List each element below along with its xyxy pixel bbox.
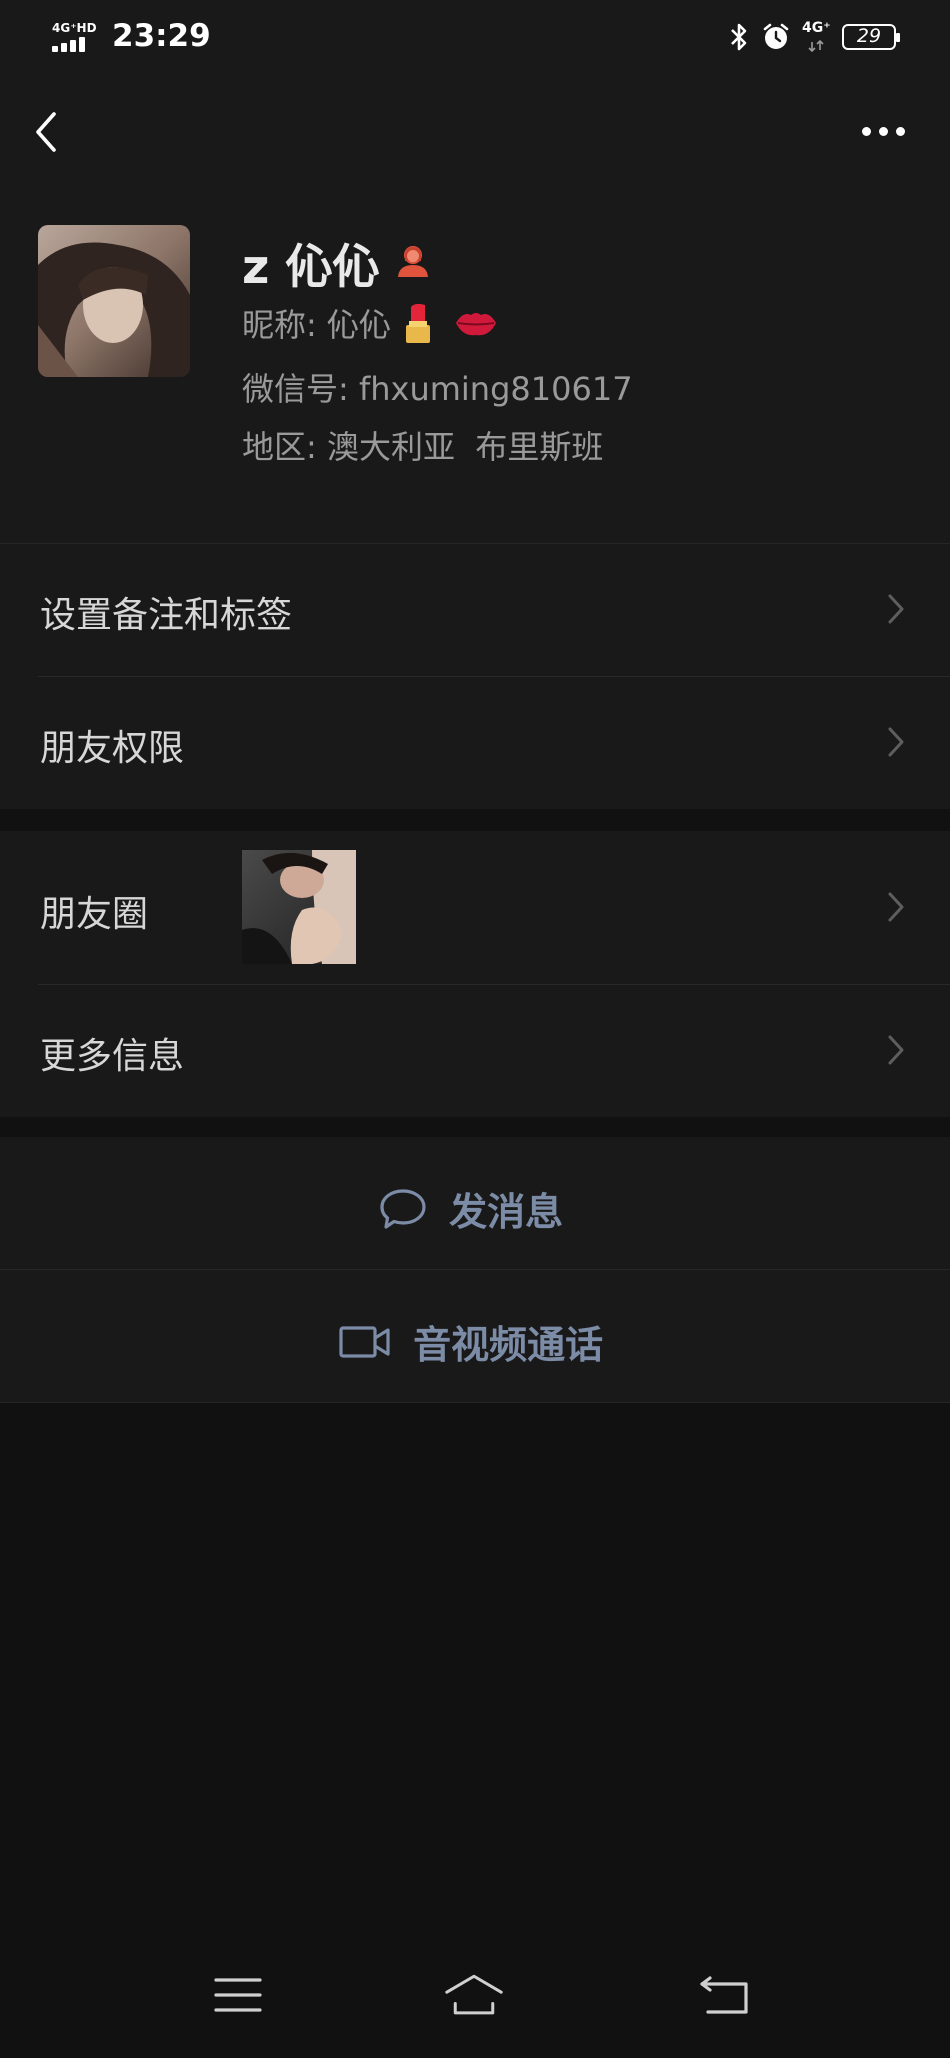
region-value: 澳大利亚 布里斯班 (326, 428, 604, 466)
video-call-button[interactable]: 音视频通话 (0, 1270, 950, 1402)
settings-group: 设置备注和标签 朋友权限 (0, 544, 950, 809)
female-icon (397, 245, 428, 277)
remark-tags-label: 设置备注和标签 (40, 595, 293, 636)
return-icon[interactable] (696, 1970, 756, 2020)
profile-name-line: z 伈伈 (242, 228, 433, 298)
send-message-label: 发消息 (449, 1190, 564, 1234)
chevron-right-icon (888, 594, 904, 624)
chevron-right-icon (888, 892, 904, 922)
friend-permissions-label: 朋友权限 (40, 728, 185, 769)
status-icons: 4G⁺ 29 (728, 18, 900, 58)
wechat-id-value: fhxuming810617 (358, 370, 633, 408)
friend-permissions-row[interactable]: 朋友权限 (0, 677, 950, 809)
chevron-right-icon (888, 1035, 904, 1065)
action-divider (0, 1402, 950, 1403)
region-label: 地区: (242, 428, 327, 466)
nickname-line: 昵称: 伈伈 (242, 300, 499, 349)
more-info-row[interactable]: 更多信息 (0, 985, 950, 1117)
menu-icon[interactable] (208, 1970, 268, 2020)
network-type-label: 4G⁺HD (52, 21, 97, 35)
kiss-lips-icon (456, 313, 497, 336)
system-nav-bar (0, 1935, 950, 2058)
display-name: z 伈伈 (242, 240, 380, 295)
contact-profile-page: 4G⁺HD 23:29 4G⁺ 29 z 伈伈 昵称: 伈伈 微信号: fhxu… (0, 0, 950, 2058)
moments-photo-thumbnail[interactable] (242, 850, 356, 964)
remark-tags-row[interactable]: 设置备注和标签 (0, 544, 950, 676)
moments-label: 朋友圈 (40, 894, 149, 935)
wechat-id-label: 微信号: (242, 370, 359, 408)
battery-level: 29 (856, 25, 882, 47)
video-camera-icon (339, 1325, 390, 1358)
more-dots-icon[interactable] (858, 114, 910, 148)
bluetooth-icon (731, 23, 747, 51)
wechat-id-line: 微信号: fhxuming810617 (242, 364, 633, 410)
nickname-value: 伈伈 (326, 306, 391, 344)
nickname-label: 昵称: (242, 306, 327, 344)
moments-row[interactable]: 朋友圈 (0, 831, 950, 984)
chevron-right-icon (888, 727, 904, 757)
mobile-data-icon: 4G⁺ (802, 20, 832, 54)
status-time: 23:29 (112, 18, 211, 54)
chat-bubble-icon (380, 1188, 426, 1229)
avatar[interactable] (38, 225, 190, 377)
battery-icon: 29 (842, 24, 900, 50)
region-line: 地区: 澳大利亚 布里斯班 (242, 422, 603, 468)
cellular-signal-icon: 4G⁺HD (52, 21, 102, 53)
back-chevron-icon[interactable] (28, 104, 68, 160)
video-call-label: 音视频通话 (413, 1323, 604, 1367)
status-bar: 4G⁺HD 23:29 4G⁺ 29 (0, 0, 950, 78)
more-info-label: 更多信息 (40, 1036, 185, 1077)
send-message-button[interactable]: 发消息 (0, 1137, 950, 1269)
home-icon[interactable] (444, 1970, 504, 2020)
alarm-icon (763, 23, 789, 49)
info-group: 朋友圈 更多信息 (0, 831, 950, 1117)
lipstick-icon (406, 303, 431, 343)
